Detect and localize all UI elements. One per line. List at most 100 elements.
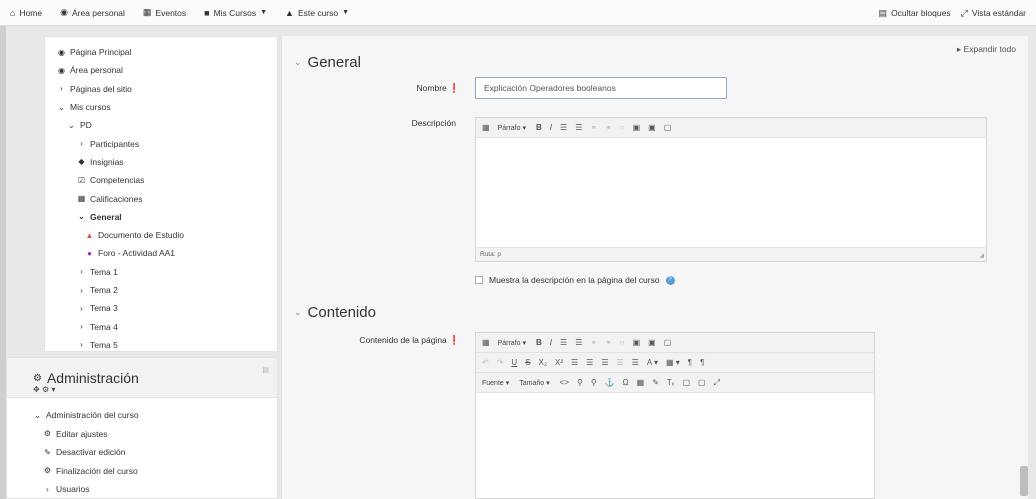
- tree-item-calificaciones[interactable]: ▦ Calificaciones: [45, 189, 277, 207]
- paste-text-icon[interactable]: ▢: [682, 378, 690, 387]
- media-icon[interactable]: ▣: [648, 338, 656, 347]
- numbered-list-icon[interactable]: ☰: [575, 123, 582, 132]
- format-select[interactable]: Párrafo ▾: [498, 339, 526, 347]
- media-icon[interactable]: ▣: [648, 123, 656, 132]
- image-icon[interactable]: ▣: [633, 338, 641, 347]
- tree-item-general[interactable]: ⌄ General: [45, 208, 277, 226]
- admin-item-usuarios[interactable]: › Usuarios: [7, 480, 277, 499]
- emoticon-icon[interactable]: ○: [620, 338, 625, 347]
- background-color-icon[interactable]: ▦ ▾: [666, 358, 680, 367]
- resize-handle-icon[interactable]: ◢: [979, 252, 984, 259]
- scrollbar-thumb[interactable]: [1020, 466, 1028, 496]
- redo-icon[interactable]: ↷: [497, 358, 504, 367]
- admin-item-finalizacion-curso[interactable]: ⚙ Finalización del curso: [7, 462, 277, 481]
- nav-ocultar-bloques[interactable]: ▤ Ocultar bloques: [879, 8, 951, 19]
- administration-block: ⚙ Administración ✥ ⚙ ▾ ▤ ⌄ Administración…: [6, 357, 278, 499]
- fullscreen-icon[interactable]: ⤢: [714, 378, 720, 388]
- format-select[interactable]: Párrafo ▾: [498, 124, 526, 132]
- unlink-icon[interactable]: ⚭: [605, 338, 612, 347]
- tree-item-mis-cursos[interactable]: ⌄ Mis cursos: [45, 98, 277, 116]
- superscript-icon[interactable]: X²: [555, 358, 563, 367]
- nav-home[interactable]: ⌂ Home: [10, 8, 42, 18]
- link-icon[interactable]: ⚭: [590, 338, 597, 347]
- align-right-icon[interactable]: ☰: [601, 358, 608, 367]
- tree-item-tema-3[interactable]: › Tema 3: [45, 299, 277, 317]
- tree-item-pagina-principal[interactable]: ◉ Página Principal: [45, 43, 277, 61]
- pencil-icon: ✎: [44, 447, 51, 457]
- section-contenido-header[interactable]: ⌄ Contenido: [294, 304, 376, 321]
- contenido-editor[interactable]: ▦ Párrafo ▾ B I ☰ ☰ ⚭ ⚭ ○ ▣ ▣ ▢ ↶ ↷ U S …: [475, 332, 875, 499]
- link-icon[interactable]: ⚭: [590, 123, 597, 132]
- tree-item-insignias[interactable]: ◆ Insignias: [45, 153, 277, 171]
- file-icon[interactable]: ▢: [664, 338, 672, 347]
- nav-eventos[interactable]: ▦ Eventos: [143, 7, 186, 18]
- cleanup-icon[interactable]: ✎: [652, 378, 659, 387]
- mostrar-descripcion-checkbox[interactable]: [475, 276, 483, 284]
- collapse-icon[interactable]: ▤: [262, 366, 269, 374]
- nav-vista-estandar[interactable]: ⤢ Vista estándar: [961, 8, 1026, 19]
- rtl-icon[interactable]: ¶: [700, 358, 704, 367]
- text-color-icon[interactable]: A ▾: [647, 358, 658, 367]
- align-left-icon[interactable]: ☰: [571, 358, 578, 367]
- code-icon[interactable]: <>: [560, 378, 569, 387]
- tree-item-pd[interactable]: ⌄ PD: [45, 116, 277, 134]
- gear-icon[interactable]: ⚙: [42, 385, 49, 394]
- align-center-icon[interactable]: ☰: [586, 358, 593, 367]
- indent-icon[interactable]: ☰: [617, 358, 624, 367]
- anchor-icon[interactable]: ⚓: [605, 378, 615, 387]
- toolbar-toggle-icon[interactable]: ▦: [482, 338, 490, 347]
- nav-este-curso[interactable]: ▲ Este curso ▼: [285, 8, 349, 18]
- admin-item-editar-ajustes[interactable]: ⚙ Editar ajustes: [7, 425, 277, 444]
- subscript-icon[interactable]: X₂: [539, 358, 547, 367]
- unlink-icon[interactable]: ⚭: [605, 123, 612, 132]
- italic-icon[interactable]: I: [550, 123, 552, 132]
- bold-icon[interactable]: B: [536, 338, 542, 347]
- tree-item-area-personal[interactable]: ◉ Área personal: [45, 61, 277, 79]
- toolbar-toggle-icon[interactable]: ▦: [482, 123, 490, 132]
- outdent-icon[interactable]: ☰: [632, 358, 639, 367]
- nav-area-personal[interactable]: ◉ Área personal: [60, 7, 125, 18]
- size-select[interactable]: Tamaño ▾: [519, 379, 549, 387]
- admin-block-controls[interactable]: ✥ ⚙ ▾: [33, 385, 55, 394]
- image-icon[interactable]: ▣: [633, 123, 641, 132]
- undo-icon[interactable]: ↶: [482, 358, 489, 367]
- font-select[interactable]: Fuente ▾: [482, 379, 509, 387]
- tree-label: Mis cursos: [70, 102, 111, 113]
- tree-item-documento-estudio[interactable]: ▲ Documento de Estudio: [45, 226, 277, 244]
- tree-item-tema-1[interactable]: › Tema 1: [45, 263, 277, 281]
- caret-down-icon[interactable]: ▾: [51, 385, 55, 394]
- help-icon[interactable]: ?: [665, 275, 675, 285]
- table-icon[interactable]: ▦: [637, 378, 645, 387]
- nav-mis-cursos[interactable]: ■ Mis Cursos ▼: [204, 8, 267, 18]
- replace-icon[interactable]: ⚲: [591, 378, 597, 387]
- ltr-icon[interactable]: ¶: [688, 358, 692, 367]
- emoticon-icon[interactable]: ○: [620, 123, 625, 132]
- remove-format-icon[interactable]: Tₓ: [667, 378, 675, 387]
- omega-icon[interactable]: Ω: [623, 378, 629, 387]
- admin-item-desactivar-edicion[interactable]: ✎ Desactivar edición: [7, 443, 277, 462]
- admin-item-administracion-curso[interactable]: ⌄ Administración del curso: [7, 406, 277, 425]
- tree-item-foro-actividad[interactable]: ● Foro - Actividad AA1: [45, 244, 277, 262]
- nombre-input[interactable]: Explicación Operadores booleanos: [475, 77, 727, 99]
- descripcion-editor[interactable]: ▦ Párrafo ▾ B I ☰ ☰ ⚭ ⚭ ○ ▣ ▣ ▢ Ruta: p …: [475, 117, 987, 262]
- tree-item-tema-2[interactable]: › Tema 2: [45, 281, 277, 299]
- move-icon[interactable]: ✥: [33, 385, 40, 394]
- chevron-right-icon: ›: [80, 322, 83, 332]
- paste-word-icon[interactable]: ▢: [698, 378, 706, 387]
- tree-item-tema-4[interactable]: › Tema 4: [45, 317, 277, 335]
- section-general-header[interactable]: ⌄ General: [294, 54, 361, 71]
- italic-icon[interactable]: I: [550, 338, 552, 347]
- bullet-list-icon[interactable]: ☰: [560, 123, 567, 132]
- bullet-list-icon[interactable]: ☰: [560, 338, 567, 347]
- bold-icon[interactable]: B: [536, 123, 542, 132]
- tree-item-participantes[interactable]: › Participantes: [45, 134, 277, 152]
- expand-all-link[interactable]: ▸ Expandir todo: [957, 44, 1016, 55]
- numbered-list-icon[interactable]: ☰: [575, 338, 582, 347]
- strikethrough-icon[interactable]: S: [525, 358, 530, 367]
- find-icon[interactable]: ⚲: [577, 378, 583, 387]
- underline-icon[interactable]: U: [511, 358, 517, 367]
- tree-item-competencias[interactable]: ☑ Competencias: [45, 171, 277, 189]
- file-icon[interactable]: ▢: [664, 123, 672, 132]
- tree-item-tema-5[interactable]: › Tema 5: [45, 336, 277, 354]
- tree-item-paginas-sitio[interactable]: › Páginas del sitio: [45, 80, 277, 98]
